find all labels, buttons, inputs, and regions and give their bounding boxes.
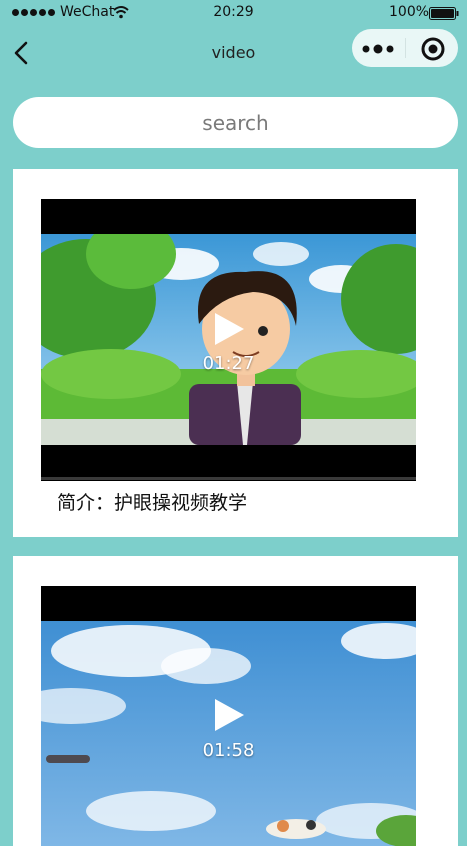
video-player[interactable]: 01:27 — [41, 199, 416, 481]
video-caption: 简介：护眼操视频教学 — [57, 492, 248, 514]
status-bar: WeChat 20:29 100% — [0, 0, 467, 26]
video-progress-track — [41, 477, 416, 480]
capsule-divider — [405, 38, 406, 58]
play-icon[interactable] — [213, 698, 245, 732]
video-card: 01:58 — [13, 556, 458, 846]
battery-icon — [429, 7, 459, 20]
video-duration: 01:58 — [202, 740, 255, 761]
close-mini-icon[interactable] — [420, 36, 446, 62]
video-card: 01:27 简介：护眼操视频教学 — [13, 169, 458, 537]
play-icon[interactable] — [213, 312, 245, 346]
video-player[interactable]: 01:58 — [41, 586, 416, 846]
search-input[interactable] — [13, 97, 458, 148]
video-thumbnail — [41, 621, 416, 846]
battery-percentage: 100% — [389, 4, 430, 20]
video-duration: 01:27 — [202, 353, 255, 374]
nav-bar: video — [0, 26, 467, 84]
more-icon[interactable] — [361, 44, 395, 54]
